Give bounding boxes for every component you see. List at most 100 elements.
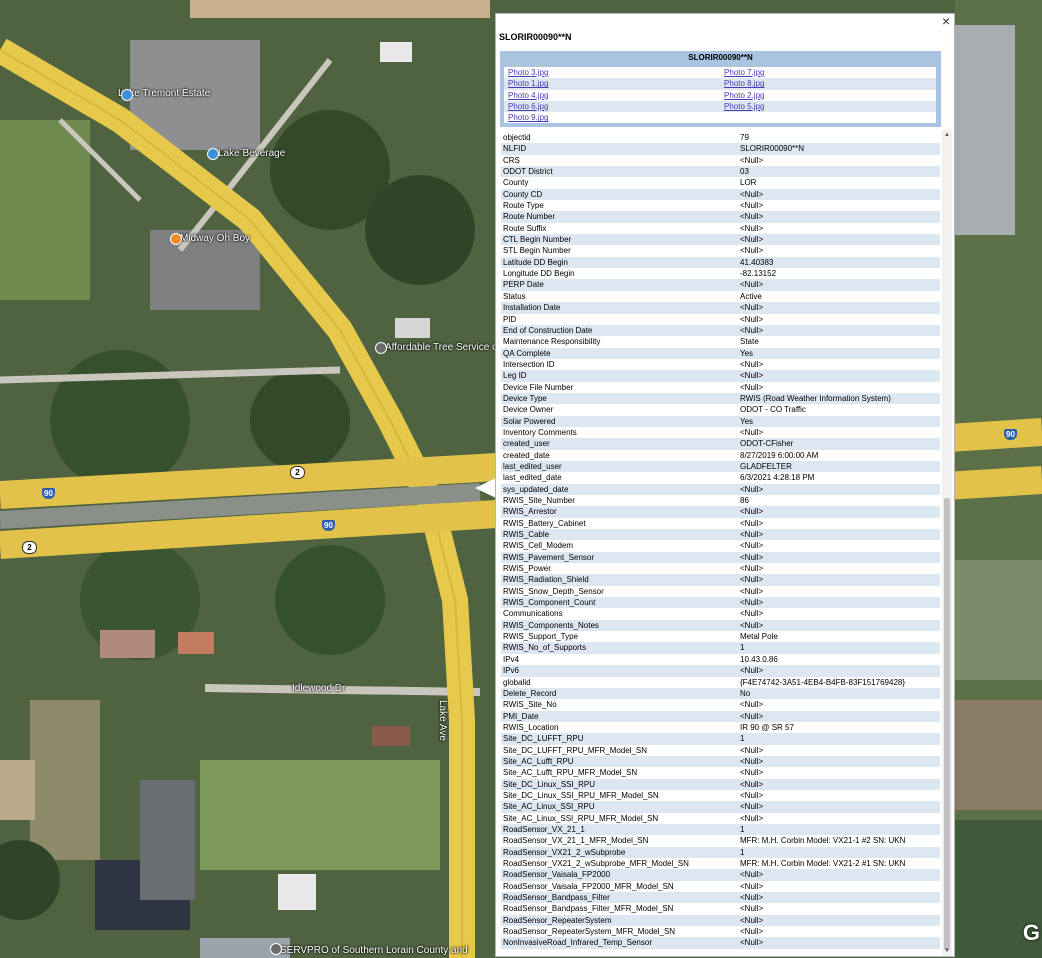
feature-info-popup: SLORIR00090**N SLORIR00090**N Photo 3.jp… <box>495 13 955 957</box>
attribute-name: RoadSensor_Vaisala_FP2000_MFR_Model_SN <box>503 881 674 891</box>
close-icon[interactable]: × <box>942 14 950 28</box>
attribute-row: Status Active <box>501 291 940 302</box>
attribute-row: Device Type RWIS (Road Weather Informatio… <box>501 392 940 405</box>
interstate-shield-icon: 90 <box>322 520 335 531</box>
attribute-row: sys_updated_date <Null> <box>501 483 940 495</box>
popup-scrollbar[interactable]: ▲ ▼ <box>942 130 952 956</box>
attribute-name: Longitude DD Begin <box>503 269 575 279</box>
attribute-row: Maintenance Responsibility State <box>501 336 940 347</box>
poi-pin-icon[interactable] <box>207 148 219 160</box>
map-label-place-2: Lake Beverage <box>218 148 286 159</box>
state-route-shield-icon: 2 <box>22 541 37 554</box>
photo-link[interactable]: Photo 6.jpg <box>508 101 548 112</box>
map-label-street-1: Idlewood Dr <box>292 683 346 694</box>
scroll-up-icon[interactable]: ▲ <box>943 131 951 139</box>
photo-link[interactable]: Photo 1.jpg <box>508 78 548 89</box>
photo-panel-header: SLORIR00090**N <box>688 53 753 62</box>
poi-pin-icon[interactable] <box>375 342 387 354</box>
attribute-value: <Null> <box>740 507 764 517</box>
attribute-name: PERP Date <box>503 280 544 290</box>
attribute-row: RoadSensor_VX21_2_wSubprobe_MFR_Model_SN… <box>501 858 940 869</box>
attribute-value: Metal Pole <box>740 632 778 642</box>
attribute-row: RoadSensor_Bandpass_Filter_MFR_Model_SN <… <box>501 903 940 914</box>
attribute-name: Route Type <box>503 201 544 211</box>
attribute-row: objectid 79 <box>501 132 940 143</box>
attribute-value: <Null> <box>740 711 764 721</box>
attribute-name: Inventory Comments <box>503 427 577 437</box>
poi-pin-icon[interactable] <box>121 89 133 101</box>
attribute-name: Status <box>503 291 526 301</box>
attribute-row: globalid {F4E74742-3A51-4EB4-B4FB-83F1517… <box>501 677 940 688</box>
attribute-name: RoadSensor_VX21_2_wSubprobe_MFR_Model_SN <box>503 859 689 868</box>
attribute-name: created_date <box>503 450 550 460</box>
photo-row: Photo 3.jpg Photo 7.jpg <box>504 67 936 78</box>
attribute-name: Latitude DD Begin <box>503 257 568 267</box>
attribute-value: <Null> <box>740 745 764 755</box>
attribute-name: RWIS_Battery_Cabinet <box>503 518 586 528</box>
scroll-down-icon[interactable]: ▼ <box>943 947 951 955</box>
attribute-row: RoadSensor_RepeaterSystem <Null> <box>501 914 940 927</box>
attribute-name: globalid <box>503 677 531 687</box>
attribute-value: 79 <box>740 133 749 142</box>
attribute-row: PID <Null> <box>501 314 940 325</box>
attribute-name: PMI_Date <box>503 711 539 721</box>
attribute-name: created_user <box>503 439 550 449</box>
map-label-street-2: Lake Ave <box>437 700 448 741</box>
attribute-value: 86 <box>740 496 749 505</box>
photo-link[interactable]: Photo 4.jpg <box>508 90 548 101</box>
attribute-name: RWIS_Components_Notes <box>503 620 599 630</box>
map-label-place-3: Midway Oh Boy <box>180 233 251 244</box>
attribute-name: RoadSensor_Bandpass_Filter_MFR_Model_SN <box>503 904 674 914</box>
attribute-value: 6/3/2021 4:28:18 PM <box>740 473 815 483</box>
attribute-value: <Null> <box>740 870 764 880</box>
attribute-value: <Null> <box>740 666 764 676</box>
attribute-name: RWIS_Pavement_Sensor <box>503 552 595 562</box>
photo-link[interactable]: Photo 3.jpg <box>508 67 548 78</box>
attribute-row: County LOR <box>501 177 940 188</box>
photo-link[interactable]: Photo 5.jpg <box>724 101 764 112</box>
scrollbar-thumb[interactable] <box>944 498 950 950</box>
attribute-value: 1 <box>740 734 745 744</box>
attribute-row: Leg ID <Null> <box>501 370 940 382</box>
attribute-value: ODOT - CO Traffic <box>740 405 806 415</box>
poi-pin-icon[interactable] <box>170 233 182 245</box>
attribute-row: Route Suffix <Null> <box>501 223 940 234</box>
attribute-value: <Null> <box>740 518 764 528</box>
photo-link[interactable]: Photo 7.jpg <box>724 67 764 78</box>
photo-link[interactable]: Photo 2.jpg <box>724 90 764 101</box>
attribute-row: PMI_Date <Null> <box>501 710 940 722</box>
attribute-row: created_date 8/27/2019 6:00:00 AM <box>501 450 940 461</box>
attribute-name: RoadSensor_Vaisala_FP2000 <box>503 870 611 880</box>
attribute-row: Route Type <Null> <box>501 200 940 211</box>
attribute-row: RoadSensor_Bandpass_Filter <Null> <box>501 892 940 904</box>
photo-link[interactable]: Photo 9.jpg <box>508 112 548 123</box>
attribute-value: <Null> <box>740 586 764 596</box>
attribute-value: <Null> <box>740 552 764 562</box>
attribute-row: Solar Powered Yes <box>501 415 940 427</box>
attribute-row: RWIS_Site_No <Null> <box>501 699 940 710</box>
attribute-row: Site_AC_Linux_SSI_RPU <Null> <box>501 801 940 813</box>
attribute-name: ODOT District <box>503 167 553 177</box>
attribute-value: <Null> <box>740 813 764 823</box>
poi-pin-icon[interactable] <box>270 943 282 955</box>
photo-row: Photo 1.jpg Photo 8.jpg <box>504 78 936 90</box>
attribute-row: Site_DC_Linux_SSI_RPU_MFR_Model_SN <Null> <box>501 790 940 801</box>
attribute-row: RWIS_Radiation_Shield <Null> <box>501 574 940 586</box>
attribute-row: Site_DC_Linux_SSI_RPU <Null> <box>501 778 940 790</box>
attribute-name: Solar Powered <box>503 416 556 426</box>
attribute-name: RWIS_Site_No <box>503 700 557 710</box>
attribute-row: Device File Number <Null> <box>501 382 940 393</box>
attribute-name: Delete_Record <box>503 688 557 698</box>
attribute-value: Yes <box>740 416 754 426</box>
attribute-name: RWIS_Location <box>503 722 559 732</box>
attribute-value: <Null> <box>740 779 764 789</box>
attribute-row: Site_DC_LUFFT_RPU_MFR_Model_SN <Null> <box>501 745 940 756</box>
attribute-name: CRS <box>503 155 520 165</box>
attribute-row: RWIS_Power <Null> <box>501 563 940 574</box>
attribute-row: Site_AC_Lufft_RPU <Null> <box>501 755 940 768</box>
popup-pointer <box>475 478 496 498</box>
photo-link[interactable]: Photo 8.jpg <box>724 78 764 89</box>
attribute-row: CTL Begin Number <Null> <box>501 234 940 246</box>
attribute-name: RWIS_Snow_Depth_Sensor <box>503 586 604 596</box>
attribute-name: RoadSensor_VX21_2_wSubprobe <box>503 847 626 857</box>
